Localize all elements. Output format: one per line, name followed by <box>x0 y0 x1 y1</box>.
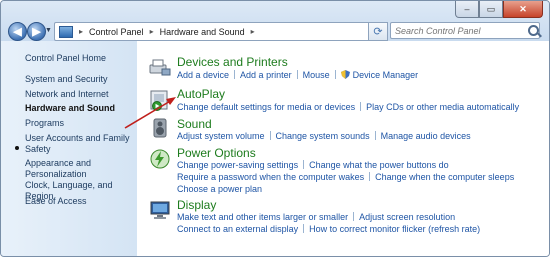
sidebar-item-control-panel-home[interactable]: Control Panel Home <box>25 53 133 64</box>
link-manage-audio-devices[interactable]: Manage audio devices <box>381 131 471 141</box>
link-divider <box>269 131 271 140</box>
autoplay-links: Change default settings for media or dev… <box>177 101 519 113</box>
power-options-icon <box>150 149 170 169</box>
category-title-autoplay[interactable]: AutoPlay <box>177 87 225 101</box>
search-icon[interactable] <box>528 25 539 36</box>
sidebar-item-hardware-and-sound: Hardware and Sound <box>25 103 116 113</box>
breadcrumb-separator[interactable]: ▸ <box>251 27 255 36</box>
link-divider <box>334 70 336 79</box>
sidebar-item-system-and-security[interactable]: System and Security <box>25 74 133 85</box>
forward-button[interactable]: ▶ <box>27 22 46 41</box>
link-divider <box>360 102 362 111</box>
link-divider <box>374 131 376 140</box>
link-change-sleep[interactable]: Change when the computer sleeps <box>375 172 514 182</box>
window-controls: – ▭ ✕ <box>455 1 543 19</box>
link-choose-power-plan[interactable]: Choose a power plan <box>177 184 262 194</box>
category-title-display[interactable]: Display <box>177 198 216 212</box>
address-bar[interactable]: ▸ Control Panel ▸ Hardware and Sound ▸ ▼ <box>54 22 381 41</box>
search-input[interactable] <box>390 22 540 39</box>
breadcrumb-separator[interactable]: ▸ <box>79 27 83 36</box>
breadcrumb-control-panel[interactable]: Control Panel <box>89 27 144 37</box>
link-divider <box>234 70 236 79</box>
sidebar-item-user-accounts[interactable]: User Accounts and Family Safety <box>25 133 133 155</box>
back-arrow-icon: ◀ <box>13 26 22 38</box>
link-divider <box>303 224 305 233</box>
sidebar-item-programs[interactable]: Programs <box>25 118 133 129</box>
link-change-default-autoplay[interactable]: Change default settings for media or dev… <box>177 102 355 112</box>
link-divider <box>296 70 298 79</box>
link-mouse[interactable]: Mouse <box>303 70 330 80</box>
display-icon <box>150 201 170 219</box>
control-panel-icon <box>59 25 73 38</box>
link-divider <box>303 160 305 169</box>
link-monitor-flicker[interactable]: How to correct monitor flicker (refresh … <box>309 224 480 234</box>
category-title-sound[interactable]: Sound <box>177 117 212 131</box>
recent-pages-dropdown[interactable]: ▼ <box>45 27 52 34</box>
devices-links: Add a device Add a printer Mouse Device Man… <box>177 69 418 81</box>
link-connect-external-display[interactable]: Connect to an external display <box>177 224 298 234</box>
refresh-button[interactable]: ⟳ <box>368 22 388 41</box>
forward-arrow-icon: ▶ <box>32 26 41 38</box>
current-page-bullet <box>15 146 19 150</box>
refresh-icon: ⟳ <box>373 26 383 38</box>
link-divider <box>369 172 371 181</box>
control-panel-window: – ▭ ✕ ◀ ▶ ▼ ▸ Control Panel ▸ Hardware a… <box>0 0 550 257</box>
link-adjust-resolution[interactable]: Adjust screen resolution <box>359 212 455 222</box>
link-device-manager[interactable]: Device Manager <box>353 70 419 80</box>
chevron-down-icon: ▼ <box>45 27 52 34</box>
minimize-button[interactable]: – <box>455 1 479 18</box>
category-title-devices-and-printers[interactable]: Devices and Printers <box>177 55 288 69</box>
speaker-icon <box>153 118 167 138</box>
display-links: Make text and other items larger or smal… <box>177 211 480 235</box>
link-change-power-saving[interactable]: Change power-saving settings <box>177 160 298 170</box>
breadcrumb-separator[interactable]: ▸ <box>150 27 154 36</box>
sound-links: Adjust system volume Change system sounds… <box>177 130 471 142</box>
sidebar-item-network-and-internet[interactable]: Network and Internet <box>25 89 133 100</box>
power-links: Change power-saving settings Change what … <box>177 159 514 195</box>
printer-icon <box>149 59 171 76</box>
shield-icon <box>340 70 350 79</box>
link-add-printer[interactable]: Add a printer <box>240 70 292 80</box>
autoplay-icon <box>150 90 168 111</box>
close-button[interactable]: ✕ <box>503 1 543 18</box>
link-power-buttons[interactable]: Change what the power buttons do <box>309 160 449 170</box>
link-change-system-sounds[interactable]: Change system sounds <box>276 131 370 141</box>
category-title-power-options[interactable]: Power Options <box>177 146 256 160</box>
title-bar: – ▭ ✕ ◀ ▶ ▼ ▸ Control Panel ▸ Hardware a… <box>1 1 549 41</box>
sidebar: Control Panel Home System and Security N… <box>1 41 137 256</box>
link-add-device[interactable]: Add a device <box>177 70 229 80</box>
link-play-cds-automatically[interactable]: Play CDs or other media automatically <box>366 102 519 112</box>
main-content: Devices and Printers Add a device Add a p… <box>137 41 549 256</box>
sidebar-item-ease-of-access[interactable]: Ease of Access <box>25 196 133 207</box>
sidebar-item-appearance[interactable]: Appearance and Personalization <box>25 158 133 180</box>
link-adjust-system-volume[interactable]: Adjust system volume <box>177 131 265 141</box>
link-make-text-larger[interactable]: Make text and other items larger or smal… <box>177 212 348 222</box>
back-button[interactable]: ◀ <box>8 22 27 41</box>
maximize-button[interactable]: ▭ <box>479 1 503 18</box>
link-require-password-wake[interactable]: Require a password when the computer wak… <box>177 172 364 182</box>
link-divider <box>353 212 355 221</box>
breadcrumb-hardware-and-sound[interactable]: Hardware and Sound <box>160 27 245 37</box>
